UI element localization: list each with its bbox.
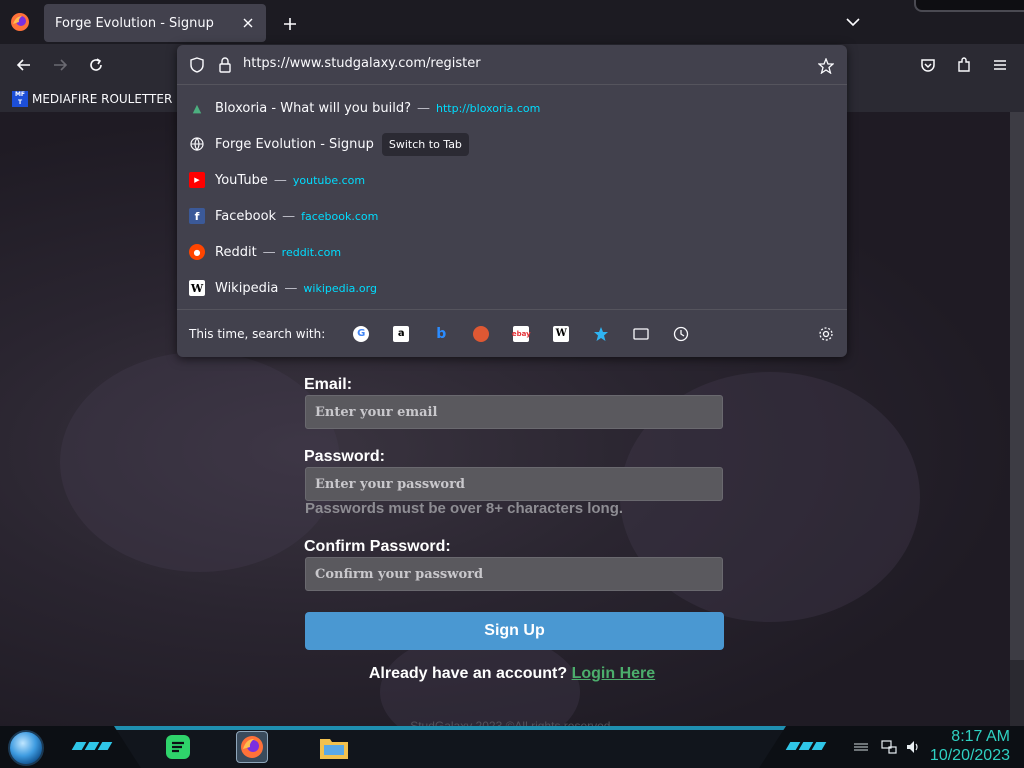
email-field[interactable]: Enter your email (305, 395, 723, 429)
window-frame-decoration (914, 0, 1024, 12)
confirm-password-label: Confirm Password: (304, 538, 451, 555)
tab-title: Forge Evolution - Signup (55, 15, 214, 31)
file-explorer-taskbar-icon[interactable] (318, 731, 350, 763)
url-bar[interactable]: https://www.studgalaxy.com/register (177, 45, 847, 85)
switch-to-tab-badge[interactable]: Switch to Tab (381, 132, 469, 156)
suggestion-separator: — (262, 244, 276, 260)
bookmark-label: MEDIAFIRE ROULETTER (32, 92, 173, 106)
reddit-icon: ● (189, 244, 205, 260)
clock-date: 10/20/2023 (929, 747, 1010, 764)
back-button[interactable] (10, 51, 38, 79)
login-prompt-line: Already have an account? Login Here (0, 665, 1024, 683)
tracking-protection-shield-icon[interactable] (187, 55, 207, 75)
suggestion-wikipedia[interactable]: W Wikipedia — wikipedia.org (177, 270, 847, 306)
taskbar-chevron-decoration (785, 736, 827, 758)
bing-search-icon[interactable]: b (421, 322, 461, 346)
suggestion-title: Wikipedia (215, 280, 279, 296)
show-hidden-icons-icon[interactable] (852, 738, 870, 756)
email-label: Email: (304, 376, 353, 393)
system-clock[interactable]: 8:17 AM 10/20/2023 (930, 727, 1010, 765)
pocket-icon[interactable] (914, 51, 942, 79)
suggestion-youtube[interactable]: ▶ YouTube — youtube.com (177, 162, 847, 198)
suggestion-title: Facebook (215, 208, 277, 224)
forward-button[interactable] (46, 51, 74, 79)
suggestion-forge-evolution[interactable]: Forge Evolution - Signup Switch to Tab (177, 126, 847, 162)
bookmark-mediafire-rouletter[interactable]: MF T MEDIAFIRE ROULETTER (12, 91, 172, 107)
mediafire-bookmark-icon: MF T (12, 91, 28, 107)
amazon-search-icon[interactable]: a (381, 322, 421, 346)
password-hint: Passwords must be over 8+ characters lon… (305, 500, 624, 517)
suggestion-url: reddit.com (281, 245, 342, 259)
suggestion-title: Bloxoria - What will you build? (215, 100, 411, 116)
wikipedia-icon: W (189, 280, 205, 296)
wikipedia-search-icon[interactable]: W (541, 322, 581, 346)
globe-icon (189, 136, 205, 152)
suggestion-separator: — (273, 172, 287, 188)
new-tab-button[interactable] (276, 10, 304, 38)
login-link[interactable]: Login Here (572, 665, 656, 682)
url-bar-dropdown: https://www.studgalaxy.com/register ▲ Bl… (177, 45, 847, 357)
suggestion-url: http://bloxoria.com (435, 101, 541, 115)
search-settings-gear-icon[interactable] (815, 323, 837, 345)
taskbar-chevron-decoration (71, 736, 113, 758)
spotify-taskbar-icon[interactable] (162, 731, 194, 763)
bookmark-star-icon[interactable] (815, 55, 837, 77)
search-with-label: This time, search with: (189, 326, 326, 341)
ebay-search-icon[interactable]: ebay (501, 322, 541, 346)
suggestion-title: Reddit (215, 244, 257, 260)
suggestion-separator: — (282, 208, 296, 224)
tab-strip: Forge Evolution - Signup (0, 0, 1024, 44)
suggestion-title: YouTube (215, 172, 268, 188)
app-menu-icon[interactable] (986, 51, 1014, 79)
network-icon[interactable] (880, 738, 898, 756)
confirm-password-field[interactable]: Confirm your password (305, 557, 723, 591)
taskbar-center-panel (114, 726, 786, 768)
extensions-icon[interactable] (950, 51, 978, 79)
suggestion-separator: — (416, 100, 430, 116)
one-off-search-row: This time, search with: G a b ebay W (177, 309, 847, 357)
suggestion-url: facebook.com (301, 209, 379, 223)
page-scrollbar[interactable] (1010, 112, 1024, 660)
password-label: Password: (304, 448, 385, 465)
login-prompt: Already have an account? (368, 665, 568, 682)
url-input[interactable]: https://www.studgalaxy.com/register (243, 56, 481, 71)
google-search-icon[interactable]: G (341, 322, 381, 346)
lock-icon[interactable] (215, 55, 235, 75)
close-tab-icon[interactable] (236, 11, 260, 35)
suggestion-separator: — (284, 280, 298, 296)
firefox-taskbar-icon[interactable] (236, 731, 268, 763)
clock-time: 8:17 AM (951, 728, 1010, 745)
bookmarks-search-icon[interactable] (581, 322, 621, 346)
reload-button[interactable] (82, 51, 110, 79)
suggestion-url: youtube.com (292, 173, 366, 187)
suggestion-facebook[interactable]: f Facebook — facebook.com (177, 198, 847, 234)
password-field[interactable]: Enter your password (305, 467, 723, 501)
history-search-icon[interactable] (661, 322, 701, 346)
list-all-tabs-button[interactable] (838, 8, 868, 36)
facebook-icon: f (189, 208, 205, 224)
suggestion-title: Forge Evolution - Signup (215, 136, 374, 152)
background-art (60, 352, 340, 572)
firefox-menu-icon[interactable] (10, 12, 30, 32)
tab-forge-evolution[interactable]: Forge Evolution - Signup (44, 4, 266, 42)
suggestion-url: wikipedia.org (303, 281, 377, 295)
youtube-icon: ▶ (189, 172, 205, 188)
tabs-search-icon[interactable] (621, 322, 661, 346)
bloxoria-icon: ▲ (192, 101, 202, 115)
suggestion-bloxoria[interactable]: ▲ Bloxoria - What will you build? — http… (177, 90, 847, 126)
start-orb-icon[interactable] (8, 730, 44, 766)
duckduckgo-search-icon[interactable] (461, 322, 501, 346)
suggestion-reddit[interactable]: ● Reddit — reddit.com (177, 234, 847, 270)
volume-icon[interactable] (904, 738, 922, 756)
sign-up-button[interactable]: Sign Up (305, 612, 724, 650)
